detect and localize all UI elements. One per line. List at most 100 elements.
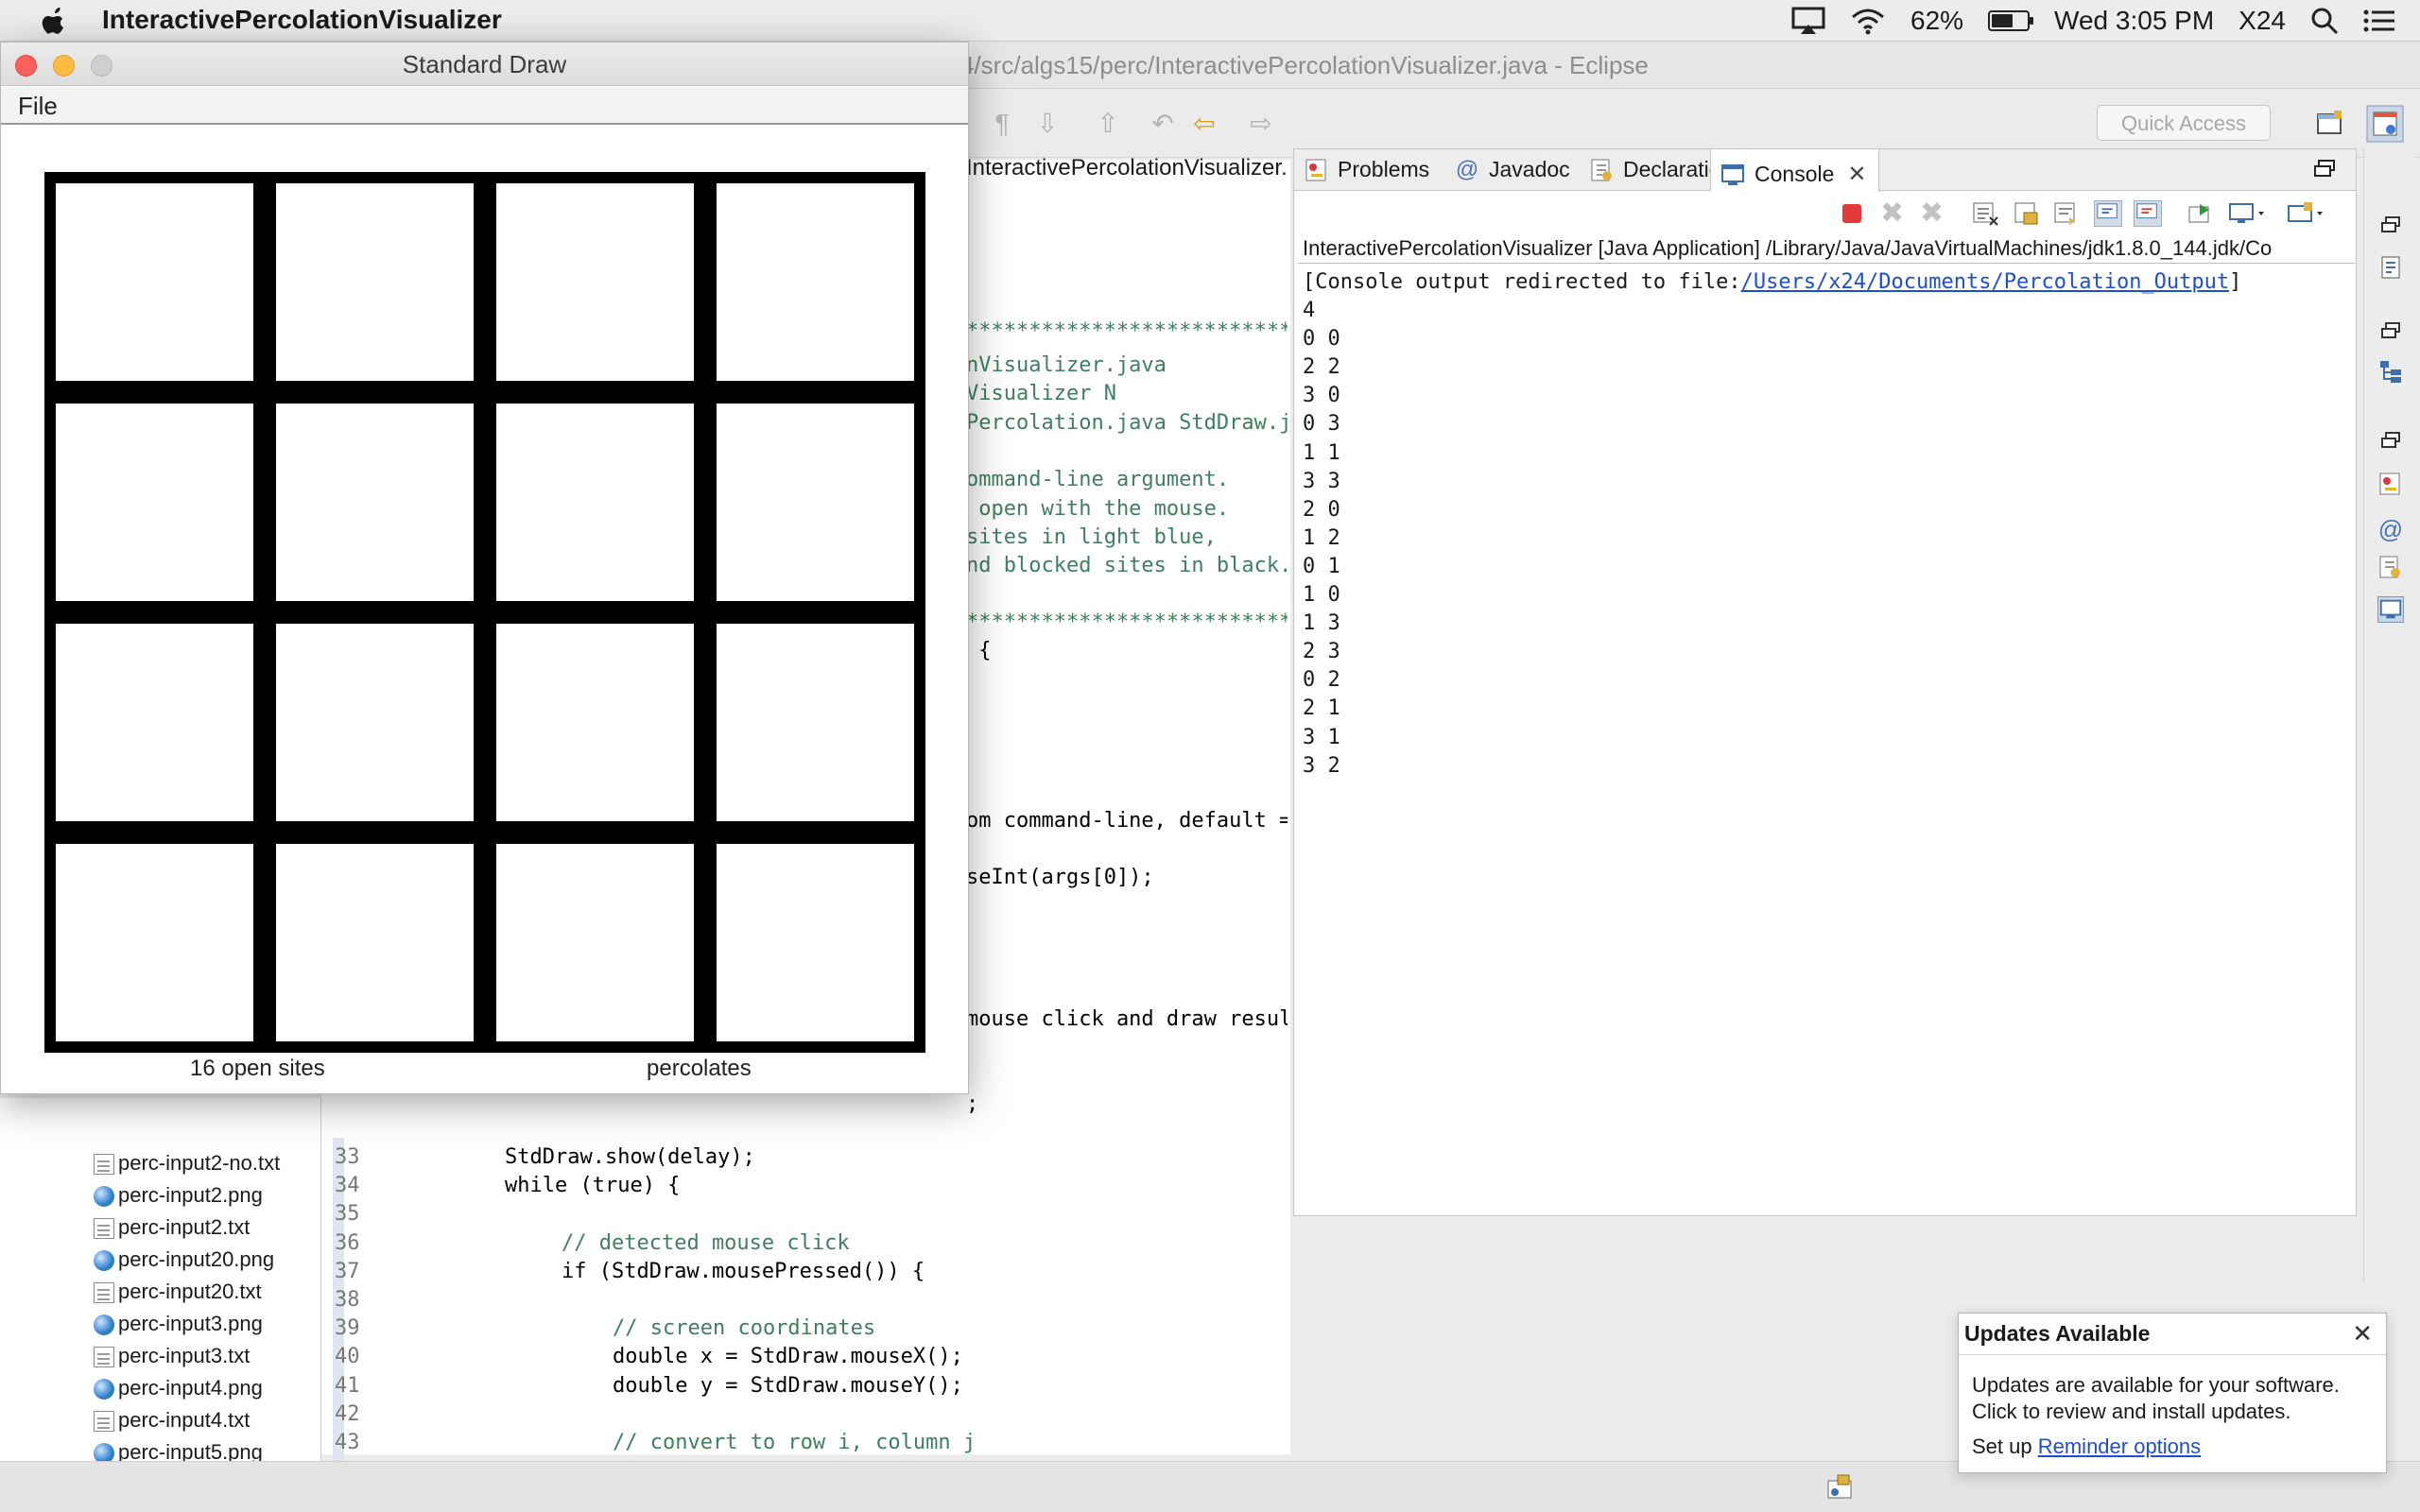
word-wrap-icon[interactable] (2052, 200, 2081, 227)
next-annotation-icon[interactable]: ⇩ (1032, 109, 1063, 139)
spotlight-search-icon[interactable] (2310, 7, 2339, 35)
notification-close-icon[interactable]: ✕ (2352, 1319, 2373, 1349)
line-number: 43 (335, 1431, 360, 1454)
editor-tab-visualizer[interactable]: InteractivePercolationVisualizer. (966, 155, 1288, 181)
terminate-icon[interactable] (1839, 200, 1867, 227)
code-line[interactable]: if (StdDraw.mousePressed()) { (562, 1260, 925, 1283)
show-console-stdout-icon[interactable] (2094, 200, 2122, 227)
show-console-stderr-icon[interactable] (2134, 200, 2162, 227)
package-explorer-item[interactable]: perc-input4.png (94, 1376, 263, 1400)
grid-site-open[interactable] (276, 404, 474, 601)
grid-site-open[interactable] (717, 183, 914, 381)
restore-view-icon-2[interactable] (2377, 318, 2404, 345)
package-explorer-item-label: perc-input2.png (118, 1183, 263, 1207)
percolation-grid[interactable] (44, 172, 925, 1053)
active-app-name[interactable]: InteractivePercolationVisualizer (102, 5, 502, 35)
scroll-lock-icon[interactable] (2013, 200, 2041, 227)
last-edit-icon[interactable]: ↶ (1148, 109, 1178, 139)
apple-logo-icon[interactable] (38, 4, 68, 38)
tab-javadoc[interactable]: @ Javadoc (1455, 157, 1570, 182)
zoom-window-button[interactable] (91, 55, 112, 77)
close-window-button[interactable] (15, 55, 37, 77)
tab-problems[interactable]: Problems (1304, 157, 1429, 182)
code-line[interactable]: double x = StdDraw.mouseX(); (613, 1345, 963, 1368)
remove-all-launches-icon[interactable]: ✖ (1920, 199, 1948, 228)
battery-percent[interactable]: 62% (1910, 6, 1963, 36)
code-line[interactable]: while (true) { (505, 1174, 680, 1197)
grid-site-open[interactable] (56, 844, 253, 1041)
restore-view-icon[interactable] (2377, 213, 2404, 239)
grid-site-open[interactable] (496, 624, 694, 821)
text-file-icon (94, 1411, 114, 1432)
menu-clock[interactable]: Wed 3:05 PM (2054, 6, 2214, 36)
package-explorer-item-label: perc-input20.png (118, 1247, 275, 1271)
console-output-file-link[interactable]: /Users/x24/Documents/Percolation_Output (1741, 270, 2230, 294)
text-file-icon (94, 1218, 114, 1239)
java-perspective-icon[interactable] (2366, 105, 2404, 143)
line-number: 42 (335, 1401, 360, 1426)
console-tab-close-icon[interactable]: ✕ (1847, 161, 1866, 188)
restore-view-icon-3[interactable] (2377, 428, 2404, 455)
forward-arrow-icon[interactable]: ⇨ (1246, 109, 1276, 139)
grid-site-open[interactable] (56, 404, 253, 601)
remove-launch-icon[interactable]: ✖ (1880, 199, 1909, 228)
package-explorer-item[interactable]: perc-input20.png (94, 1247, 275, 1272)
package-explorer-item[interactable]: perc-input4.txt (94, 1408, 250, 1433)
display-selected-console-icon[interactable] (2228, 200, 2270, 227)
grid-site-open[interactable] (56, 624, 253, 821)
quick-access-field[interactable]: Quick Access (2097, 105, 2271, 141)
declaration-trim-icon[interactable] (2377, 555, 2404, 581)
grid-site-open[interactable] (276, 844, 474, 1041)
package-explorer-item[interactable]: perc-input2.txt (94, 1215, 250, 1240)
console-output[interactable]: [Console output redirected to file:/User… (1303, 268, 2241, 781)
previous-annotation-icon[interactable]: ⇧ (1093, 109, 1123, 139)
outline-view-icon[interactable] (2377, 254, 2404, 281)
reminder-options-link[interactable]: Reminder options (2038, 1435, 2201, 1458)
progress-view-icon[interactable] (1824, 1473, 1857, 1502)
javadoc-trim-icon[interactable]: @ (2377, 515, 2404, 543)
tab-console[interactable]: Console ✕ (1710, 149, 1879, 192)
grid-site-open[interactable] (717, 624, 914, 821)
grid-site-open[interactable] (56, 183, 253, 381)
code-line[interactable]: // detected mouse click (562, 1231, 850, 1255)
pilcrow-icon[interactable]: ¶ (987, 109, 1017, 139)
console-output-line: 2 2 (1303, 355, 1340, 380)
grid-site-open[interactable] (496, 183, 694, 381)
package-explorer-item[interactable]: perc-input3.png (94, 1312, 263, 1336)
grid-site-open[interactable] (717, 404, 914, 601)
updates-notification[interactable]: Updates Available ✕ Updates are availabl… (1958, 1313, 2387, 1473)
battery-icon[interactable] (1988, 10, 2034, 31)
grid-site-open[interactable] (496, 844, 694, 1041)
grid-site-open[interactable] (717, 844, 914, 1041)
standard-draw-title-bar[interactable]: Standard Draw (1, 43, 968, 86)
clear-console-icon[interactable] (1971, 200, 1999, 227)
code-line[interactable]: // convert to row i, column j (613, 1431, 976, 1454)
minimize-window-button[interactable] (53, 55, 75, 77)
code-line[interactable]: double y = StdDraw.mouseY(); (613, 1374, 963, 1398)
airplay-icon[interactable] (1791, 7, 1825, 35)
open-perspective-icon[interactable] (2314, 109, 2344, 139)
package-explorer-item[interactable]: perc-input2.png (94, 1183, 263, 1208)
user-name[interactable]: X24 (2238, 6, 2286, 36)
code-fragment: Visualizer N (966, 382, 1116, 405)
code-fragment: seInt(args[0]); (966, 866, 1154, 889)
console-trim-icon[interactable] (2377, 596, 2404, 623)
package-explorer-item[interactable]: perc-input20.txt (94, 1280, 262, 1304)
grid-site-open[interactable] (276, 183, 474, 381)
hierarchy-view-icon[interactable] (2377, 358, 2404, 385)
problems-trim-icon[interactable] (2377, 472, 2404, 498)
code-line[interactable]: // screen coordinates (613, 1316, 875, 1340)
package-explorer-item[interactable]: perc-input2-no.txt (94, 1151, 280, 1176)
pin-console-icon[interactable] (2187, 200, 2215, 227)
grid-site-open[interactable] (496, 404, 694, 601)
wifi-icon[interactable] (1850, 7, 1886, 35)
macos-menu-bar: InteractivePercolationVisualizer 62% Wed… (0, 0, 2420, 42)
minimize-view-icon[interactable] (2313, 159, 2338, 178)
back-arrow-icon[interactable]: ⇦ (1189, 109, 1219, 139)
package-explorer-item[interactable]: perc-input3.txt (94, 1344, 250, 1368)
open-console-icon[interactable] (2287, 200, 2328, 227)
menu-file[interactable]: File (18, 92, 58, 121)
code-line[interactable]: StdDraw.show(delay); (505, 1145, 755, 1169)
grid-site-open[interactable] (276, 624, 474, 821)
notification-center-icon[interactable] (2363, 9, 2395, 33)
